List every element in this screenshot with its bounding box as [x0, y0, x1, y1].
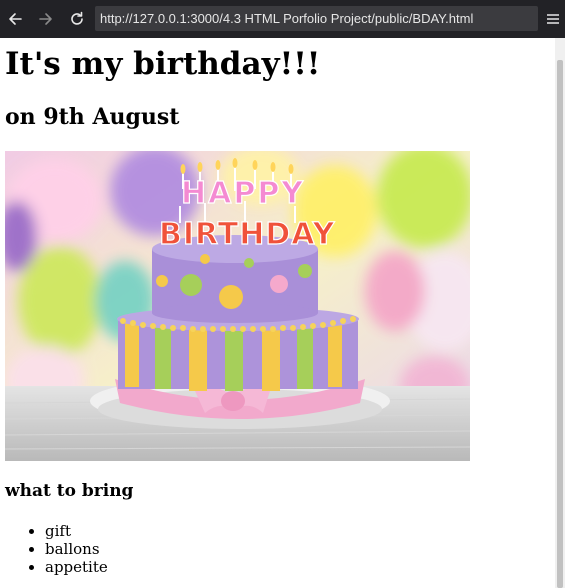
- browser-toolbar: http://127.0.0.1:3000/4.3 HTML Porfolio …: [0, 0, 565, 38]
- address-bar[interactable]: http://127.0.0.1:3000/4.3 HTML Porfolio …: [95, 6, 538, 31]
- list-item-appetite: appetite: [45, 558, 108, 576]
- back-arrow-icon[interactable]: [0, 4, 30, 34]
- forward-arrow-icon[interactable]: [31, 4, 61, 34]
- address-bar-url: http://127.0.0.1:3000/4.3 HTML Porfolio …: [100, 11, 474, 26]
- reload-icon[interactable]: [62, 4, 92, 34]
- list-heading: what to bring: [5, 481, 134, 501]
- cake-sign-birthday: BIRTHDAY: [159, 217, 336, 252]
- list-item-gift: gift: [45, 522, 108, 540]
- birthday-cake-image: HAPPY BIRTHDAY: [5, 151, 470, 461]
- scrollbar-thumb[interactable]: [557, 60, 563, 588]
- hamburger-menu-icon[interactable]: [545, 9, 561, 29]
- page-subheading: on 9th August: [5, 104, 180, 130]
- page-heading: It's my birthday!!!: [5, 46, 321, 82]
- page-viewport: It's my birthday!!! on 9th August HAPPY …: [0, 38, 555, 588]
- cake-sign-happy: HAPPY: [181, 176, 305, 211]
- list-item-ballons: ballons: [45, 540, 108, 558]
- vertical-scrollbar[interactable]: [555, 38, 565, 588]
- items-list: gift ballons appetite: [0, 522, 108, 576]
